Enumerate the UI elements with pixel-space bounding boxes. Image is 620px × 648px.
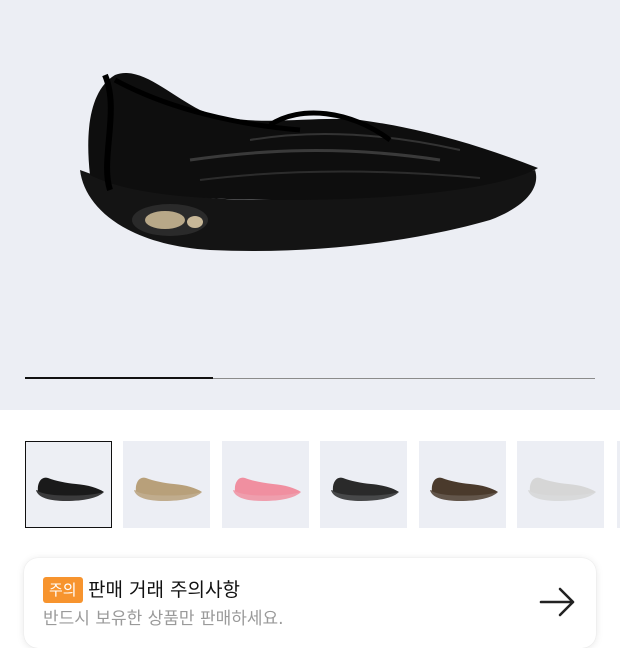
thumbnail-shoe-image — [528, 477, 596, 501]
thumbnail-shoe-image — [134, 477, 202, 501]
thumbnail-shoe-image — [36, 477, 104, 501]
thumbnail-silver[interactable] — [517, 441, 604, 528]
notice-subtitle: 반드시 보유한 상품만 판매하세요. — [43, 609, 284, 629]
thumbnail-black[interactable] — [25, 441, 112, 528]
thumbnail-shoe-image — [430, 477, 498, 501]
thumbnail-pink[interactable] — [222, 441, 309, 528]
product-image-gallery[interactable] — [0, 0, 620, 410]
thumbnail-strip — [0, 441, 620, 529]
thumbnail-beige[interactable] — [123, 441, 210, 528]
notice-title: 판매 거래 주의사항 — [88, 579, 240, 601]
thumbnail-shoe-image — [233, 477, 301, 501]
thumbnail-brown[interactable] — [419, 441, 506, 528]
warning-badge: 주의 — [43, 577, 83, 603]
product-image — [80, 73, 538, 251]
sale-notice-card[interactable]: 주의 판매 거래 주의사항 반드시 보유한 상품만 판매하세요. — [24, 558, 596, 648]
thumbnail-black-white[interactable] — [320, 441, 407, 528]
thumbnail-shoe-image — [331, 477, 399, 501]
gallery-progress-bar — [25, 377, 595, 379]
gallery-progress-fill — [25, 377, 214, 379]
arrow-right-icon[interactable] — [539, 587, 577, 617]
